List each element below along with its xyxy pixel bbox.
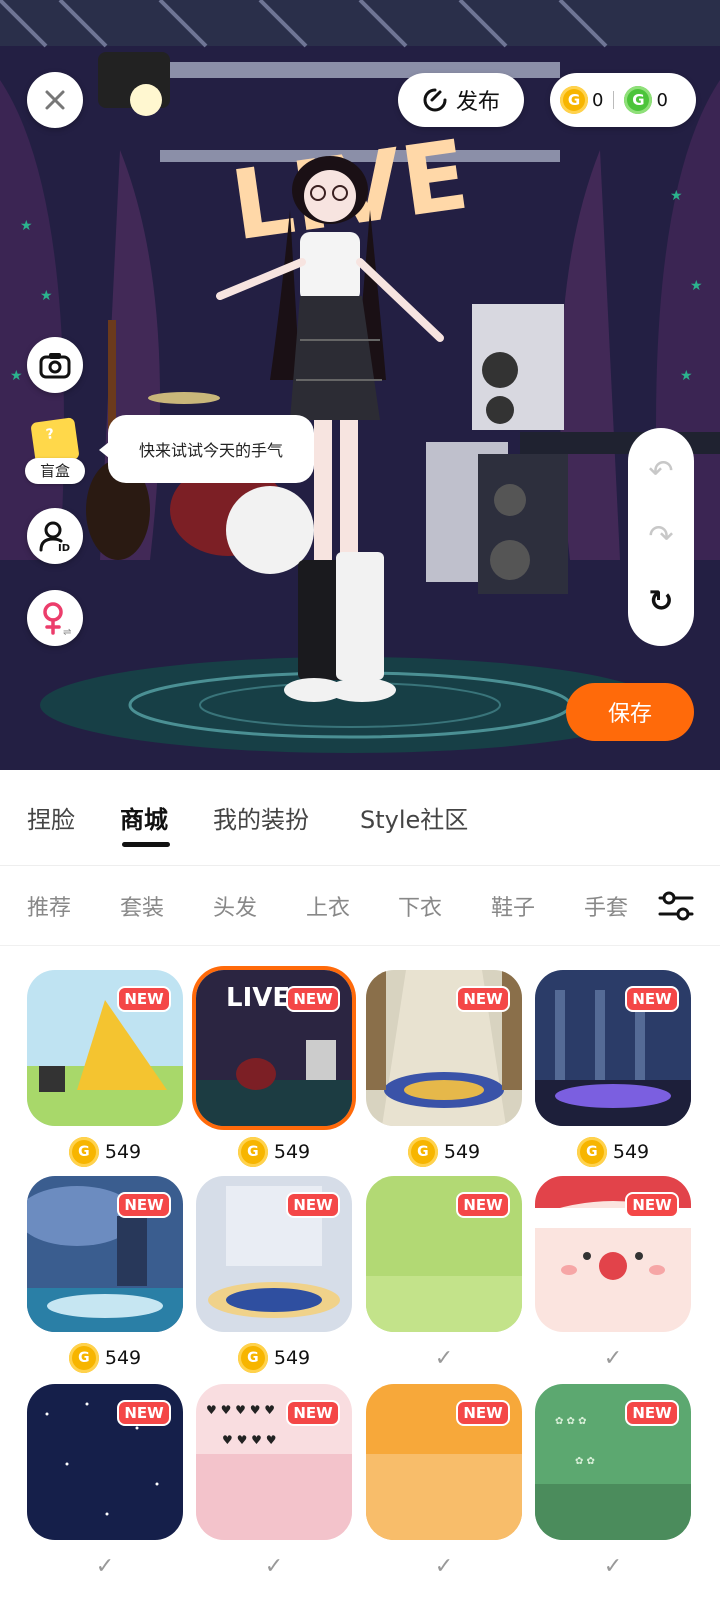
category-gloves[interactable]: 手套	[584, 890, 628, 922]
new-badge: NEW	[625, 986, 679, 1012]
item-card[interactable]: ✿ ✿ ✿ ✿ ✿ NEW ✓	[535, 1360, 691, 1579]
item-card[interactable]: NEW G 549	[196, 1152, 352, 1373]
tab-store[interactable]: 商城	[120, 800, 168, 835]
green-coin-count: 0	[656, 89, 668, 111]
new-badge: NEW	[625, 1192, 679, 1218]
svg-text:♥ ♥ ♥ ♥: ♥ ♥ ♥ ♥	[222, 1433, 276, 1447]
category-shoes[interactable]: 鞋子	[491, 890, 535, 922]
category-recommended[interactable]: 推荐	[27, 890, 71, 922]
user-id-icon: ID	[39, 521, 70, 553]
item-card[interactable]: NEW ✓	[366, 1152, 522, 1371]
gender-switch-button[interactable]: ⇌	[27, 590, 83, 646]
item-card[interactable]: NEW G 549	[27, 1152, 183, 1373]
category-tops[interactable]: 上衣	[306, 890, 350, 922]
item-card[interactable]: LIVE NEW G 549	[196, 946, 352, 1167]
svg-text:★: ★	[670, 188, 683, 204]
save-button[interactable]: 保存	[566, 683, 694, 741]
tab-style-community[interactable]: Style社区	[360, 800, 468, 835]
owned-check-icon: ✓	[95, 1553, 115, 1579]
blindbox-label: 盲盒	[25, 458, 85, 484]
svg-text:★: ★	[690, 278, 703, 294]
svg-text:★: ★	[680, 368, 693, 384]
gold-coin-count: 0	[592, 89, 604, 111]
gold-coin-icon: G	[560, 86, 588, 114]
new-badge: NEW	[286, 1192, 340, 1218]
new-badge: NEW	[456, 1192, 510, 1218]
new-badge: NEW	[456, 1400, 510, 1426]
owned-check-icon: ✓	[264, 1553, 284, 1579]
reset-icon[interactable]: ↻	[648, 586, 673, 617]
svg-text:✿ ✿ ✿: ✿ ✿ ✿	[555, 1416, 587, 1427]
category-hair[interactable]: 头发	[213, 890, 257, 922]
publish-icon	[423, 88, 447, 112]
category-bottoms[interactable]: 下衣	[398, 890, 442, 922]
svg-text:★: ★	[40, 288, 53, 304]
svg-text:LIVE: LIVE	[226, 983, 290, 1013]
svg-text:⇌: ⇌	[63, 627, 71, 636]
camera-button[interactable]	[27, 337, 83, 393]
close-icon	[45, 90, 65, 110]
svg-text:★: ★	[10, 368, 23, 384]
new-badge: NEW	[117, 986, 171, 1012]
category-tab-bar: 推荐 套装 头发 上衣 下衣 鞋子 手套	[0, 866, 720, 946]
avatar-stage: LIVE	[0, 0, 720, 770]
item-card[interactable]: ♥ ♥ ♥ ♥ ♥ ♥ ♥ ♥ ♥ NEW ✓	[196, 1360, 352, 1579]
publish-button[interactable]: 发布	[398, 73, 524, 127]
currency-balance[interactable]: G 0 G 0	[550, 73, 696, 127]
item-card[interactable]: NEW ✓	[535, 1152, 691, 1371]
close-button[interactable]	[27, 72, 83, 128]
svg-text:✿ ✿: ✿ ✿	[575, 1456, 595, 1467]
item-card[interactable]: NEW G 549	[535, 946, 691, 1167]
female-icon: ⇌	[43, 602, 71, 636]
main-tab-bar: 捏脸 商城 我的装扮 Style社区	[0, 770, 720, 866]
camera-icon	[39, 353, 71, 379]
tab-my-outfits[interactable]: 我的装扮	[213, 800, 309, 835]
new-badge: NEW	[286, 986, 340, 1012]
avatar-id-button[interactable]: ID	[27, 508, 83, 564]
green-coin-icon: G	[624, 86, 653, 114]
undo-icon[interactable]: ↶	[648, 457, 673, 487]
item-card[interactable]: NEW ✓	[27, 1360, 183, 1579]
history-controls: ↶ ↷ ↻	[628, 428, 694, 646]
item-card[interactable]: NEW G 549	[366, 946, 522, 1167]
currency-divider	[613, 91, 615, 109]
new-badge: NEW	[117, 1400, 171, 1426]
owned-check-icon: ✓	[434, 1553, 454, 1579]
new-badge: NEW	[456, 986, 510, 1012]
owned-check-icon: ✓	[603, 1553, 623, 1579]
redo-icon[interactable]: ↷	[648, 521, 673, 552]
item-grid: NEW G 549 LIVE NEW G 549 NEW G 549 NEW G 549 NEW G 549 N…	[0, 946, 720, 1600]
item-card[interactable]: NEW G 549	[27, 946, 183, 1167]
new-badge: NEW	[625, 1400, 679, 1426]
new-badge: NEW	[286, 1400, 340, 1426]
svg-text:ID: ID	[58, 543, 70, 553]
svg-text:★: ★	[20, 218, 33, 234]
publish-label: 发布	[455, 90, 500, 115]
blindbox-button[interactable]: ? 盲盒	[25, 417, 85, 484]
category-sets[interactable]: 套装	[120, 890, 164, 922]
item-card[interactable]: NEW ✓	[366, 1360, 522, 1579]
svg-text:♥ ♥ ♥ ♥ ♥: ♥ ♥ ♥ ♥ ♥	[206, 1403, 275, 1417]
active-tab-indicator	[122, 842, 170, 847]
filter-icon[interactable]	[656, 886, 696, 926]
new-badge: NEW	[117, 1192, 171, 1218]
blindbox-tooltip: 快来试试今天的手气	[99, 415, 314, 483]
tab-face[interactable]: 捏脸	[27, 800, 75, 835]
